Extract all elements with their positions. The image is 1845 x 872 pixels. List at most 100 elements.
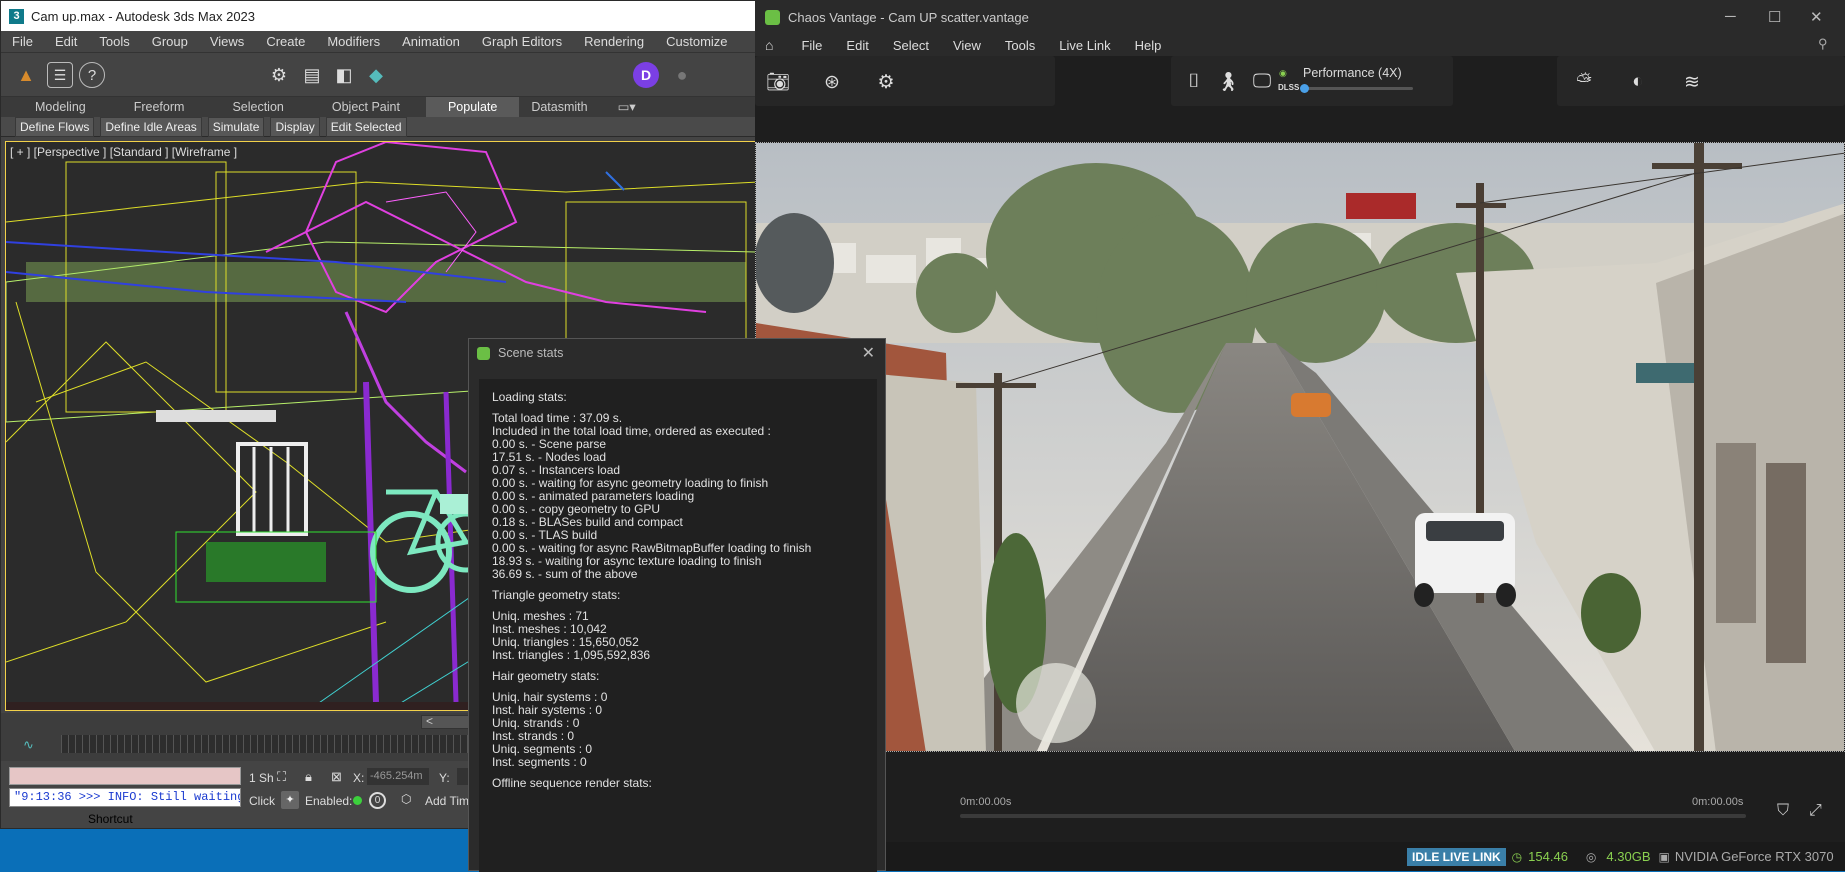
max-app-icon: 3 — [9, 8, 24, 24]
post-effects-icon[interactable]: ≋ — [1679, 70, 1705, 94]
vantage-status-bar: IDLE LIVE LINK ◷ 154.46 ◎ 4.30GB ▣ NVIDI… — [755, 842, 1845, 871]
edit-selected-button[interactable]: Edit Selected — [325, 116, 407, 137]
walk-mode-icon[interactable]: 🚶︎ — [1215, 70, 1241, 94]
performance-slider[interactable] — [1300, 84, 1413, 93]
vantage-menu-help[interactable]: Help — [1123, 38, 1174, 53]
triangle-stats-header: Triangle geometry stats: — [492, 588, 621, 602]
enabled-status-indicator — [353, 796, 362, 805]
stats-line: 36.69 s. - sum of the above — [492, 567, 638, 581]
vantage-window: Chaos Vantage - Cam UP scatter.vantage ─… — [755, 0, 1845, 871]
max-main-toolbar: ▲ ☰ ? ⚙ ▤ ◧ ◆ D ● — [1, 53, 757, 97]
add-time-tag-icon[interactable]: ⬡ — [401, 792, 411, 806]
scene-stats-body: Loading stats: Total load time : 37.09 s… — [479, 379, 877, 872]
enabled-label: Enabled: — [305, 794, 353, 808]
max-menu-views[interactable]: Views — [199, 34, 255, 49]
render-icon[interactable]: ◧ — [331, 62, 357, 88]
lock-icon[interactable]: 🔒︎ — [305, 769, 312, 785]
time-start-label: 0m:00.00s — [960, 796, 1012, 808]
render-viewport[interactable] — [755, 142, 1845, 752]
minimize-icon[interactable]: ─ — [1725, 8, 1736, 25]
display-button[interactable]: Display — [270, 116, 320, 137]
animation-settings-icon[interactable]: ⛉ — [1777, 802, 1789, 820]
home-icon[interactable]: ⌂ — [765, 37, 789, 53]
populate-icon[interactable]: ▲ — [13, 62, 39, 88]
record-icon[interactable]: ● — [669, 62, 695, 88]
render-frame-icon[interactable]: ▤ — [299, 62, 325, 88]
maxscript-listener-input[interactable] — [9, 767, 241, 785]
vantage-logo-icon — [765, 9, 780, 25]
max-titlebar[interactable]: 3 Cam up.max - Autodesk 3ds Max 2023 — [1, 1, 757, 31]
exposure-icon[interactable]: ◐ — [1625, 70, 1651, 94]
ribbon-tab-selection[interactable]: Selection — [198, 97, 297, 117]
x-coordinate-field[interactable]: -465.254m — [367, 768, 429, 785]
scene-stats-dialog: Scene stats ✕ Loading stats: Total load … — [468, 338, 886, 872]
close-icon[interactable]: ✕ — [1810, 8, 1823, 26]
viewport-label[interactable]: [ + ] [Perspective ] [Standard ] [Wirefr… — [10, 145, 237, 159]
fps-icon: ◷ — [1511, 849, 1523, 864]
avatar[interactable]: D — [633, 62, 659, 88]
gpu-icon: ▣ — [1658, 849, 1670, 864]
loading-stats-list: Total load time : 37.09 s. Included in th… — [492, 412, 877, 581]
triangle-stats-list: Uniq. meshes : 71 Inst. meshes : 10,042 Un… — [492, 610, 877, 662]
render-setup-icon[interactable]: ⚙ — [266, 62, 292, 88]
ribbon-tab-datasmith[interactable]: Datasmith — [519, 97, 601, 117]
snapshot-icon[interactable]: 📷︎ — [765, 70, 791, 94]
scene-stats-close-icon[interactable]: ✕ — [862, 343, 875, 363]
scene-stats-titlebar[interactable]: Scene stats — [469, 339, 885, 367]
define-idle-areas-button[interactable]: Define Idle Areas — [100, 116, 202, 137]
vantage-menu-edit[interactable]: Edit — [834, 38, 880, 53]
ribbon-options-icon[interactable]: ▭▾ — [602, 97, 650, 117]
ribbon-tab-populate[interactable]: Populate — [425, 97, 520, 117]
vantage-menu-live-link[interactable]: Live Link — [1047, 38, 1122, 53]
render-elements-icon[interactable]: ⊛ — [819, 70, 845, 94]
vantage-titlebar[interactable]: Chaos Vantage - Cam UP scatter.vantage — [755, 0, 1845, 34]
camera-icon[interactable]: ⌷ — [1181, 70, 1207, 94]
vantage-menu-view[interactable]: View — [941, 38, 993, 53]
snap-icon[interactable]: ✦ — [281, 791, 299, 809]
simulate-button[interactable]: Simulate — [207, 116, 265, 137]
define-flows-button[interactable]: Define Flows — [15, 116, 95, 137]
max-menu-file[interactable]: File — [1, 34, 44, 49]
isolate-icon[interactable]: ⛶ — [277, 769, 286, 785]
ribbon-tab-modeling[interactable]: Modeling — [1, 97, 100, 117]
maximize-icon[interactable]: ☐ — [1768, 8, 1781, 26]
ribbon-tab-object-paint[interactable]: Object Paint — [298, 97, 414, 117]
vantage-menu-select[interactable]: Select — [881, 38, 941, 53]
fullscreen-icon[interactable]: ⤢ — [1809, 802, 1822, 820]
enabled-toggle[interactable]: 0 — [369, 792, 386, 809]
maxscript-output[interactable]: "9:13:36 >>> INFO: Still waiting — [9, 788, 241, 807]
max-window-title: Cam up.max - Autodesk 3ds Max 2023 — [31, 8, 256, 24]
timeline-slider[interactable] — [960, 814, 1746, 818]
max-menu-modifiers[interactable]: Modifiers — [316, 34, 391, 49]
max-menu-tools[interactable]: Tools — [88, 34, 140, 49]
ribbon-tab-freeform[interactable]: Freeform — [100, 97, 199, 117]
pin-icon[interactable]: ⚲ — [1818, 36, 1828, 52]
x-label: X: — [353, 771, 365, 785]
scene-stats-title: Scene stats — [498, 346, 564, 360]
shortcut-label: Shortcut — [88, 812, 133, 826]
help-icon[interactable]: ? — [79, 62, 105, 88]
max-menu-customize[interactable]: Customize — [655, 34, 738, 49]
gpu-name: NVIDIA GeForce RTX 3070 — [1674, 849, 1834, 864]
render-settings-icon[interactable]: ⚙ — [873, 70, 899, 94]
display-icon[interactable]: 🖵︎ — [1249, 70, 1275, 94]
stats-line: Inst. segments : 0 — [492, 755, 587, 769]
max-menu-create[interactable]: Create — [255, 34, 316, 49]
environment-icon[interactable]: ⛅︎ — [1571, 70, 1597, 94]
max-menu-edit[interactable]: Edit — [44, 34, 88, 49]
curve-editor-icon[interactable]: ∿ — [23, 737, 34, 753]
stats-line: Inst. triangles : 1,095,592,836 — [492, 648, 651, 662]
max-menu-group[interactable]: Group — [141, 34, 199, 49]
vantage-menu-tools[interactable]: Tools — [993, 38, 1047, 53]
performance-slider-handle[interactable] — [1300, 84, 1309, 93]
teapot-render-icon[interactable]: ◆ — [363, 62, 389, 88]
max-menu-graph-editors[interactable]: Graph Editors — [471, 34, 573, 49]
vantage-menu-file[interactable]: File — [789, 38, 834, 53]
max-menu-rendering[interactable]: Rendering — [573, 34, 655, 49]
time-slider-arrow-icon[interactable]: < — [426, 714, 433, 728]
max-menu-animation[interactable]: Animation — [391, 34, 471, 49]
fps-value: 154.46 — [1528, 849, 1568, 864]
absolute-mode-icon[interactable]: ⊠ — [331, 769, 342, 785]
scene-explorer-icon[interactable]: ☰ — [47, 62, 73, 88]
live-link-status-badge[interactable]: IDLE LIVE LINK — [1407, 847, 1506, 866]
